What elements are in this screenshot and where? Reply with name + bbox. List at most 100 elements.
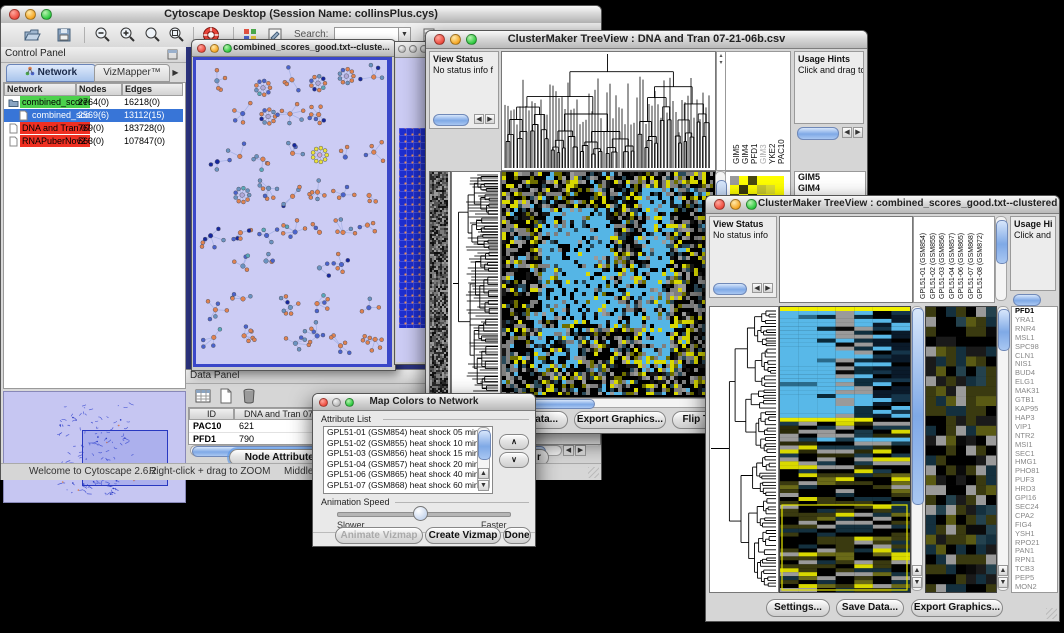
open-file-icon[interactable]	[23, 26, 41, 44]
export-graphics-button[interactable]: Export Graphics...	[574, 411, 666, 429]
scroll-left-button[interactable]: ◀	[563, 445, 574, 456]
column-label[interactable]: GPL51-06 (GSM865)	[958, 219, 965, 299]
labels-vscroll-thumb[interactable]	[996, 220, 1008, 264]
attribute-list-item[interactable]: GPL51-04 (GSM857) heat shock 20 min	[324, 459, 492, 470]
heatmap-vscroll-thumb[interactable]	[912, 308, 924, 505]
network-table-row[interactable]: DNA and Tran 07769(0)183728(0)	[4, 122, 183, 135]
window-resize-grip[interactable]	[1046, 608, 1057, 619]
settings-button[interactable]: Settings...	[766, 599, 830, 617]
save-data-button[interactable]: Save Data...	[836, 599, 904, 617]
column-label[interactable]: GPL51-01 (GSM854)	[920, 219, 927, 299]
scroll-down-button[interactable]: ▼	[478, 480, 489, 491]
new-attribute-icon[interactable]	[217, 387, 235, 405]
scroll-left-button[interactable]: ◀	[842, 127, 852, 138]
tab-network[interactable]: Network	[6, 64, 96, 82]
column-label[interactable]: GPL51-07 (GSM868)	[968, 219, 975, 299]
close-button[interactable]	[197, 44, 206, 53]
search-dropdown-button[interactable]: ▼	[398, 27, 411, 42]
scroll-right-button[interactable]: ▶	[763, 283, 773, 293]
scroll-right-button[interactable]: ▶	[853, 127, 863, 138]
float-panel-icon[interactable]	[167, 49, 178, 60]
column-label[interactable]: GIM4	[741, 56, 750, 164]
create-vizmap-button[interactable]: Create Vizmap	[425, 527, 501, 544]
heatmap-panel[interactable]	[779, 306, 911, 593]
treeview-dna-titlebar[interactable]: ClusterMaker TreeView : DNA and Tran 07-…	[426, 31, 867, 49]
genes-vscrollbar[interactable]: ▲ ▼	[997, 306, 1009, 591]
main-titlebar[interactable]: Cytoscape Desktop (Session Name: collins…	[1, 6, 601, 24]
scroll-right-button[interactable]: ▶	[485, 114, 495, 124]
zoom-window-button[interactable]	[746, 199, 757, 210]
dialog-titlebar[interactable]: Map Colors to Network	[313, 394, 535, 411]
column-label[interactable]: GIM5	[732, 56, 741, 164]
close-button[interactable]	[714, 199, 725, 210]
scroll-left-button[interactable]: ◀	[474, 114, 484, 124]
network-view-titlebar[interactable]: combined_scores_good.txt--cluste...	[192, 40, 395, 57]
done-button[interactable]: Done	[503, 527, 531, 544]
gene-label[interactable]: MON2	[1012, 583, 1057, 592]
network-overview-panel[interactable]	[3, 391, 186, 503]
column-label[interactable]: PAC10	[777, 56, 786, 164]
attribute-list-item[interactable]: GPL51-01 (GSM854) heat shock 05 min	[324, 427, 492, 438]
zoom-heatmap-panel[interactable]	[925, 306, 997, 593]
attribute-listbox[interactable]: GPL51-01 (GSM854) heat shock 05 minGPL51…	[323, 426, 493, 494]
attribute-list-item[interactable]: GPL51-07 (GSM868) heat shock 60 min	[324, 480, 492, 491]
view-status-scroll-thumb[interactable]	[713, 283, 747, 295]
column-label[interactable]: GPL51-03 (GSM856)	[939, 219, 946, 299]
close-button[interactable]	[398, 45, 406, 53]
minimize-button[interactable]	[210, 44, 219, 53]
zoom-in-icon[interactable]	[118, 26, 136, 44]
attribute-list-item[interactable]: GPL51-03 (GSM856) heat shock 15 min	[324, 448, 492, 459]
genes-vscroll-thumb[interactable]	[998, 309, 1010, 351]
column-label[interactable]: GIM3	[759, 56, 768, 164]
export-graphics-button[interactable]: Export Graphics...	[911, 599, 1003, 617]
column-label[interactable]: PFD1	[750, 56, 759, 164]
global-overview-strip[interactable]	[429, 171, 451, 398]
minimize-button[interactable]	[409, 45, 417, 53]
scroll-up-button[interactable]: ▲	[998, 565, 1008, 576]
zoom-selected-icon[interactable]	[167, 26, 185, 44]
row-dendrogram-panel[interactable]	[451, 171, 501, 398]
zoom-out-icon[interactable]	[93, 26, 111, 44]
treeview-combined-titlebar[interactable]: ClusterMaker TreeView : combined_scores_…	[706, 196, 1059, 214]
column-label[interactable]: YKE2	[768, 56, 777, 164]
scroll-up-button[interactable]: ▲	[478, 468, 489, 479]
row-dendrogram-panel[interactable]	[709, 306, 779, 593]
scroll-left-button[interactable]: ◀	[752, 283, 762, 293]
table-view-icon[interactable]	[194, 387, 212, 405]
delete-attribute-icon[interactable]	[240, 387, 258, 405]
animate-vizmap-button[interactable]: Animate Vizmap	[335, 527, 423, 544]
scroll-down-button[interactable]: ▼	[912, 577, 922, 588]
animation-slider-thumb[interactable]	[413, 506, 428, 521]
column-label[interactable]: GPL51-02 (GSM855)	[930, 219, 937, 299]
row-label[interactable]: GIM5	[795, 172, 865, 183]
network-table-header[interactable]: Edges	[122, 83, 183, 96]
column-dendrogram-panel[interactable]	[779, 216, 913, 303]
network-view-canvas[interactable]	[196, 60, 387, 364]
attribute-list-item[interactable]: GPL51-02 (GSM855) heat shock 10 min	[324, 438, 492, 449]
heatmap-panel[interactable]	[501, 171, 716, 398]
heatmap-vscrollbar[interactable]: ▲ ▼	[911, 306, 923, 591]
attribute-list-item[interactable]: GPL51-06 (GSM865) heat shock 40 min	[324, 469, 492, 480]
more-tabs-button[interactable]: ▶	[169, 66, 182, 79]
tab-vizmapper[interactable]: VizMapper™	[94, 64, 170, 82]
scroll-right-button[interactable]: ▶	[575, 445, 586, 456]
save-icon[interactable]	[55, 26, 73, 44]
attribute-column-header[interactable]: ID	[189, 408, 234, 420]
zoom-fit-icon[interactable]	[143, 26, 161, 44]
network-table-header[interactable]: Network	[4, 83, 76, 96]
network-table-row[interactable]: combined_sco2569(6)13112(15)	[4, 109, 183, 122]
network-table-header[interactable]: Nodes	[76, 83, 122, 96]
network-table-row[interactable]: combined_scores2764(0)16218(0)	[4, 96, 183, 109]
zoom-window-button[interactable]	[223, 44, 232, 53]
column-label[interactable]: GPL51-08 (GSM872)	[977, 219, 984, 299]
labels-vscrollbar[interactable]	[995, 216, 1007, 301]
scroll-down-button[interactable]: ▼	[998, 577, 1008, 588]
usage-hints-scroll-thumb[interactable]	[797, 127, 839, 140]
attribute-list-vscroll-thumb[interactable]	[478, 430, 491, 460]
attribute-list-vscrollbar[interactable]: ▲ ▼	[477, 427, 490, 491]
move-up-button[interactable]: ∧	[499, 434, 529, 450]
window-resize-grip[interactable]	[588, 467, 599, 478]
network-table-row[interactable]: RNAPuberNov2+563(0)107847(0)	[4, 135, 183, 148]
usage-hints-scroll-thumb[interactable]	[1013, 294, 1041, 306]
scroll-up-button[interactable]: ▲	[912, 565, 922, 576]
